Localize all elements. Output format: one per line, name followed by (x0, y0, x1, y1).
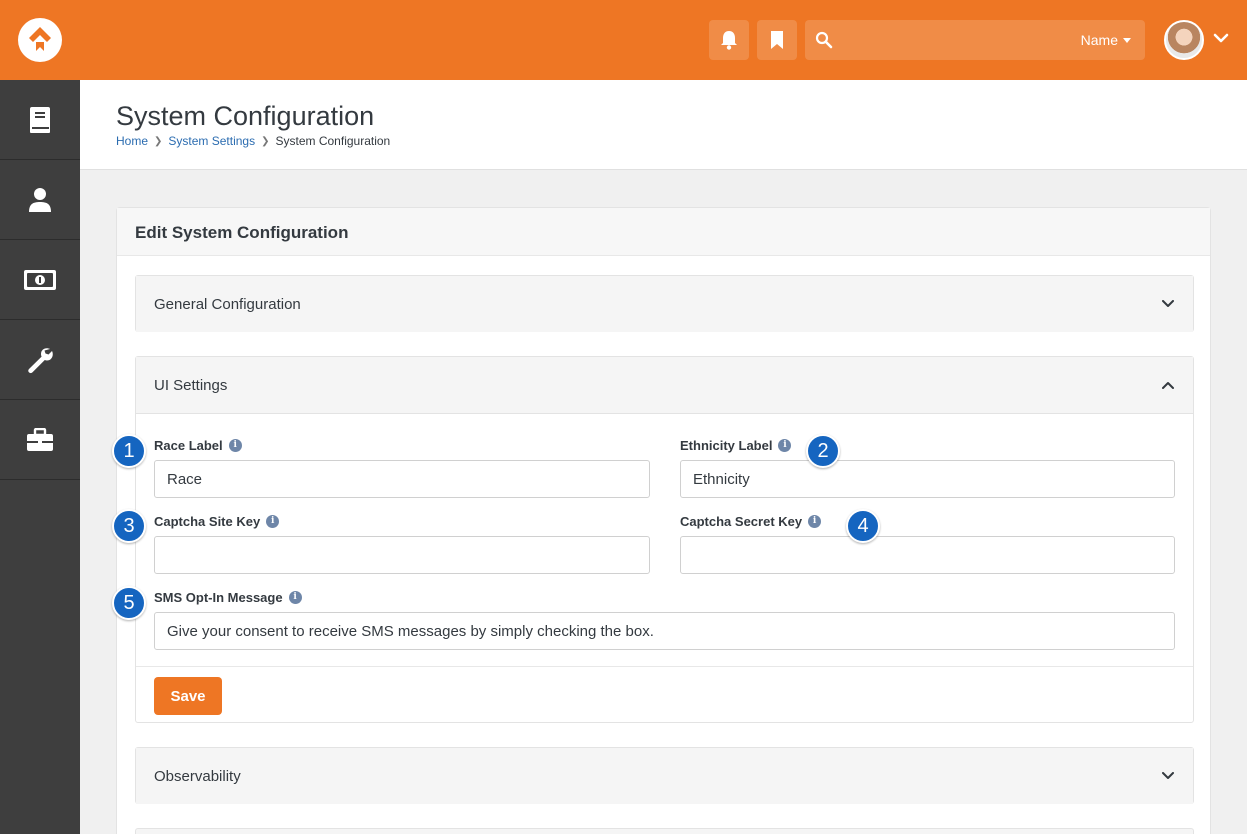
info-icon[interactable]: i (808, 514, 822, 528)
page-title: System Configuration (116, 101, 375, 131)
bookmarks-button[interactable] (757, 20, 797, 60)
search-bar: Name (805, 20, 1145, 60)
ui-settings-section: UI Settings Race Label i Ethnicity Label… (135, 356, 1194, 723)
race-label-input[interactable] (154, 460, 650, 498)
observability-header[interactable]: Observability (136, 748, 1193, 804)
breadcrumb-separator-icon: ❯ (261, 135, 270, 147)
breadcrumb-current: System Configuration (275, 134, 391, 148)
chevron-up-icon (1161, 378, 1175, 392)
ethnicity-label-input[interactable] (680, 460, 1175, 498)
breadcrumb-separator-icon: ❯ (154, 135, 163, 147)
info-icon[interactable]: i (228, 438, 242, 452)
chevron-down-icon (1161, 297, 1175, 311)
briefcase-icon (27, 427, 53, 451)
sidebar (0, 80, 80, 834)
sms-opt-in-message-field: SMS Opt-In Message i (154, 588, 1175, 650)
caret-down-icon (1123, 37, 1131, 43)
captcha-site-key-input[interactable] (154, 536, 650, 574)
info-icon[interactable]: i (778, 438, 792, 452)
page-header: System Configuration Home ❯ System Setti… (80, 80, 1247, 170)
callout-marker: 5 (112, 586, 146, 620)
top-bar: Name (0, 0, 1247, 80)
section-title: Observability (154, 767, 241, 785)
book-icon (30, 106, 50, 133)
search-icon (815, 31, 833, 49)
section-title: General Configuration (154, 295, 301, 313)
rock-logo-icon[interactable] (18, 18, 62, 62)
avatar[interactable] (1164, 20, 1204, 60)
general-configuration-header[interactable]: General Configuration (136, 276, 1193, 332)
person-icon (29, 187, 51, 212)
captcha-secret-key-label: Captcha Secret Key (680, 513, 803, 529)
search-filter-dropdown[interactable]: Name (1081, 32, 1131, 48)
chevron-down-icon (1161, 769, 1175, 783)
sidebar-item-people[interactable] (0, 160, 80, 240)
ethnicity-label-field: Ethnicity Label i (680, 436, 1175, 498)
section-title: UI Settings (154, 376, 228, 394)
captcha-secret-key-input[interactable] (680, 536, 1175, 574)
breadcrumb-system-settings[interactable]: System Settings (168, 134, 255, 148)
ui-settings-header[interactable]: UI Settings (136, 357, 1193, 413)
ethnicity-label-label: Ethnicity Label (680, 437, 773, 453)
captcha-site-key-field: Captcha Site Key i (154, 512, 650, 574)
ui-settings-footer: Save (136, 666, 1193, 722)
race-label-label: Race Label (154, 437, 223, 453)
callout-marker: 4 (846, 509, 880, 543)
callout-marker: 3 (112, 509, 146, 543)
sms-opt-in-message-label: SMS Opt-In Message (154, 589, 283, 605)
sidebar-item-book[interactable] (0, 80, 80, 160)
money-icon (24, 269, 56, 290)
race-label-field: Race Label i (154, 436, 650, 498)
save-button[interactable]: Save (154, 677, 222, 715)
sms-opt-in-message-input[interactable] (154, 612, 1175, 650)
search-filter-label: Name (1080, 32, 1118, 48)
search-input[interactable] (843, 25, 1063, 55)
wrench-icon (28, 347, 53, 373)
sidebar-item-admin[interactable] (0, 400, 80, 480)
bookmark-icon (771, 31, 783, 49)
info-icon[interactable]: i (266, 514, 280, 528)
observability-section: Observability (135, 747, 1194, 804)
breadcrumb: Home ❯ System Settings ❯ System Configur… (116, 134, 390, 148)
captcha-secret-key-field: Captcha Secret Key i (680, 512, 1175, 574)
general-configuration-section: General Configuration (135, 275, 1194, 332)
captcha-site-key-label: Captcha Site Key (154, 513, 261, 529)
notifications-button[interactable] (709, 20, 749, 60)
callout-marker: 1 (112, 434, 146, 468)
edit-system-configuration-panel: Edit System Configuration General Config… (116, 207, 1211, 834)
breadcrumb-home[interactable]: Home (116, 134, 148, 148)
bell-icon (721, 31, 737, 50)
info-icon[interactable]: i (288, 590, 302, 604)
panel-title: Edit System Configuration (117, 208, 1210, 256)
sidebar-item-finance[interactable] (0, 240, 80, 320)
callout-marker: 2 (806, 434, 840, 468)
ui-settings-body: Race Label i Ethnicity Label i Captcha S… (136, 413, 1193, 715)
next-section (135, 828, 1194, 834)
chevron-down-icon[interactable] (1213, 31, 1229, 45)
sidebar-item-tools[interactable] (0, 320, 80, 400)
